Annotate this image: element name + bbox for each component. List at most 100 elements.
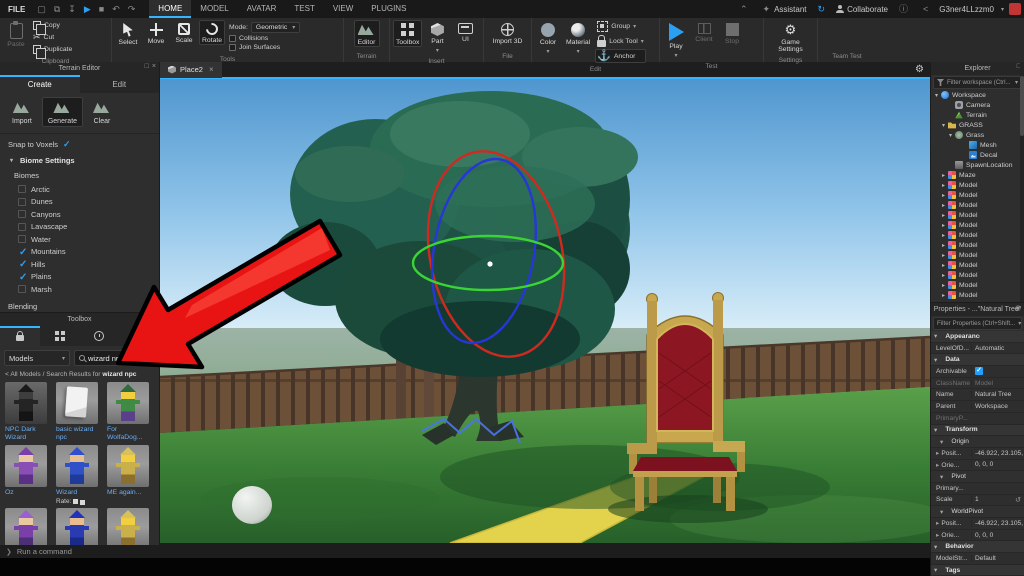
property-row[interactable]: Posit... -46.922, 23.105, ... xyxy=(931,448,1024,460)
expander-icon[interactable] xyxy=(940,292,947,299)
explorer-scrollbar[interactable] xyxy=(1020,62,1024,302)
popout-icon[interactable]: □ xyxy=(152,314,156,321)
anchor-button[interactable]: ⚓Anchor xyxy=(595,49,646,63)
explorer-tree-item[interactable]: Model xyxy=(931,230,1024,240)
toolbox-result-item[interactable] xyxy=(56,508,103,545)
biome-checkbox-row[interactable]: Dunes xyxy=(0,196,159,209)
property-row[interactable]: Archivable ✓ xyxy=(931,366,1024,378)
toolbox-result-item[interactable]: basic wizard npc xyxy=(56,382,103,443)
property-row[interactable]: Behavior xyxy=(931,541,1024,553)
expander-icon[interactable] xyxy=(940,282,947,289)
toolbox-tab[interactable] xyxy=(119,326,159,346)
stop-quick-icon[interactable]: ■ xyxy=(99,0,104,18)
toolbox-result-item[interactable] xyxy=(5,508,52,545)
biome-settings-header[interactable]: Biome Settings xyxy=(0,153,159,168)
biome-checkbox-row[interactable]: Lavascape xyxy=(0,221,159,234)
property-value[interactable]: 1 ↺ xyxy=(971,496,1024,504)
result-label[interactable]: NPC Dark Wizard xyxy=(5,426,51,443)
lock-tool-button[interactable]: Lock Tool▾ xyxy=(595,34,646,48)
explorer-tree-item[interactable]: Model xyxy=(931,200,1024,210)
collisions-checkbox[interactable]: Collisions xyxy=(229,35,300,42)
explorer-tree-item[interactable]: Decal xyxy=(931,150,1024,160)
property-row[interactable]: ClassName Model xyxy=(931,378,1024,390)
terrain-editor-button[interactable]: Editor xyxy=(354,20,380,47)
explorer-tree-item[interactable]: Terrain xyxy=(931,110,1024,120)
result-thumbnail[interactable] xyxy=(107,445,149,487)
reset-icon[interactable]: ↺ xyxy=(1015,496,1021,504)
property-value[interactable]: -46.922, 23.105, ... xyxy=(971,450,1024,457)
explorer-tree-item[interactable]: Workspace xyxy=(931,90,1024,100)
expander-icon[interactable] xyxy=(940,182,947,189)
property-value[interactable]: 0, 0, 0 xyxy=(971,461,1024,468)
material-button[interactable]: Material▾ xyxy=(563,20,593,56)
biome-checkbox-row[interactable]: Plains xyxy=(0,271,159,284)
property-row[interactable]: Appearance xyxy=(931,331,1024,343)
scale-tool-button[interactable]: Scale xyxy=(171,20,197,45)
play-button[interactable]: Play▾ xyxy=(663,20,689,60)
toolbox-result-item[interactable]: NPC Dark Wizard xyxy=(5,382,52,443)
explorer-tree-item[interactable]: Grass xyxy=(931,130,1024,140)
result-thumbnail[interactable] xyxy=(5,508,47,545)
breadcrumb[interactable]: < All Models / Search Results for wizard… xyxy=(0,368,159,379)
join-surfaces-checkbox[interactable]: Join Surfaces xyxy=(229,44,300,51)
property-row[interactable]: Posit... -46.922, 23.105, ... xyxy=(931,518,1024,530)
thumbs-up-icon[interactable] xyxy=(73,499,78,504)
result-thumbnail[interactable] xyxy=(5,382,47,424)
expander-icon[interactable] xyxy=(947,132,954,139)
checkbox-icon[interactable]: ✓ xyxy=(975,367,983,375)
game-settings-button[interactable]: ⚙Game Settings xyxy=(767,20,814,54)
save-icon[interactable]: ↧ xyxy=(68,0,76,18)
biome-checkbox-row[interactable]: Canyons xyxy=(0,208,159,221)
property-value[interactable]: Automatic xyxy=(971,345,1024,352)
toolbox-result-item[interactable]: For WolfaDog... xyxy=(107,382,154,443)
property-value[interactable]: Default xyxy=(971,555,1024,562)
explorer-tree-item[interactable]: Model xyxy=(931,210,1024,220)
collapse-ribbon-icon[interactable]: ⌃ xyxy=(740,0,748,18)
explorer-tree-item[interactable]: Model xyxy=(931,220,1024,230)
ribbon-tab[interactable]: HOME xyxy=(149,0,191,18)
explorer-tree-item[interactable]: Mesh xyxy=(931,140,1024,150)
redo-icon[interactable]: ↷ xyxy=(128,0,136,18)
thumbs-down-icon[interactable] xyxy=(80,500,85,505)
toolbox-tab[interactable] xyxy=(40,326,80,346)
property-value[interactable]: 0, 0, 0 xyxy=(971,532,1024,539)
result-thumbnail[interactable] xyxy=(107,382,149,424)
explorer-tree-item[interactable]: Model xyxy=(931,260,1024,270)
expander-icon[interactable] xyxy=(940,262,947,269)
toolbox-tab[interactable] xyxy=(80,326,120,346)
blending-label[interactable]: Blending xyxy=(0,299,159,313)
explorer-tree-item[interactable]: Model xyxy=(931,250,1024,260)
result-label[interactable]: Oz xyxy=(5,489,14,497)
ribbon-tab[interactable]: PLUGINS xyxy=(362,0,415,18)
explorer-tree-item[interactable]: Model xyxy=(931,290,1024,300)
close-tab-icon[interactable]: × xyxy=(209,65,214,74)
file-menu[interactable]: FILE xyxy=(0,5,33,14)
select-tool-button[interactable]: Select xyxy=(115,20,141,47)
biome-checkbox-row[interactable]: Water xyxy=(0,233,159,246)
explorer-tree-item[interactable]: Camera xyxy=(931,100,1024,110)
toolbox-tab[interactable] xyxy=(0,326,40,346)
viewport-3d-scene[interactable] xyxy=(160,79,930,543)
sync-icon[interactable]: ↻ xyxy=(818,0,826,18)
result-label[interactable]: For WolfaDog... xyxy=(107,426,153,443)
explorer-tree-item[interactable]: SpawnLocation xyxy=(931,160,1024,170)
property-row[interactable]: Orie... 0, 0, 0 xyxy=(931,530,1024,542)
property-row[interactable]: Data xyxy=(931,354,1024,366)
explorer-tree-item[interactable]: Maze xyxy=(931,170,1024,180)
property-row[interactable]: Orie... 0, 0, 0 xyxy=(931,460,1024,472)
property-row[interactable]: Pivot xyxy=(931,471,1024,483)
ribbon-tab[interactable]: VIEW xyxy=(324,0,362,18)
property-value[interactable]: Model xyxy=(971,380,1024,387)
result-thumbnail[interactable] xyxy=(5,445,47,487)
expander-icon[interactable] xyxy=(940,252,947,259)
part-button[interactable]: Part▾ xyxy=(424,20,450,55)
username-label[interactable]: G3ner4LLzzm0 xyxy=(939,5,994,14)
biome-checkbox-row[interactable]: Marsh xyxy=(0,283,159,296)
result-label[interactable]: ME again... xyxy=(107,489,141,497)
explorer-tree-item[interactable]: Model xyxy=(931,180,1024,190)
expander-icon[interactable] xyxy=(940,222,947,229)
property-row[interactable]: Transform xyxy=(931,425,1024,437)
result-thumbnail[interactable] xyxy=(56,508,98,545)
expander-icon[interactable] xyxy=(933,92,940,99)
terrain-editor-tab[interactable]: Create xyxy=(0,75,80,93)
